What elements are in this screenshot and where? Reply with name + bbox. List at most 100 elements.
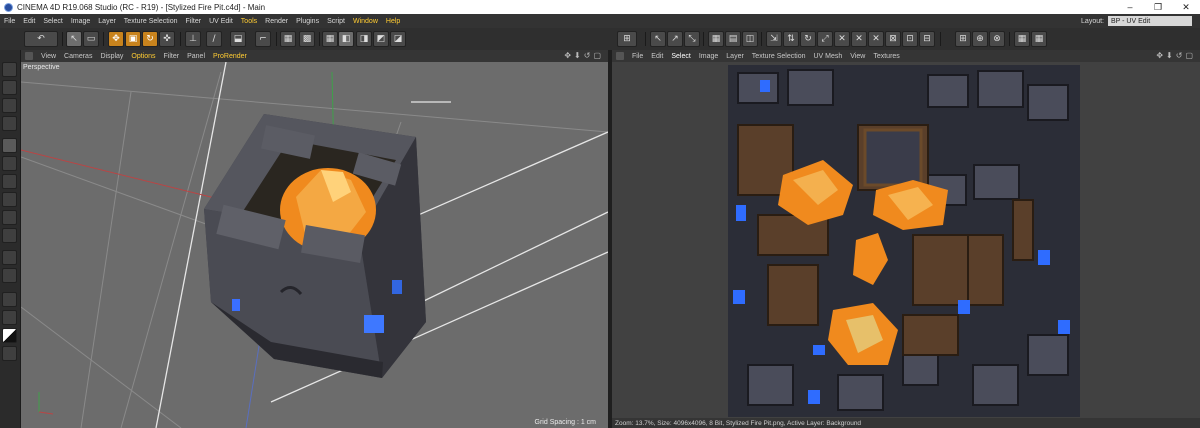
- uv-sew-icon[interactable]: ⊡: [902, 31, 918, 47]
- menu-file[interactable]: File: [0, 18, 19, 25]
- toolbar-separator: [319, 32, 320, 46]
- uv-menu-view[interactable]: View: [846, 53, 869, 60]
- undo-icon[interactable]: ↶: [24, 31, 58, 47]
- menu-script[interactable]: Script: [323, 18, 349, 25]
- uv-menu-select[interactable]: Select: [667, 53, 694, 60]
- uv-editor-icon: [616, 52, 624, 60]
- render-settings-icon[interactable]: ⌐: [255, 31, 271, 47]
- uv-rotate-icon[interactable]: ↻: [800, 31, 816, 47]
- uv-points-icon[interactable]: ⊞: [617, 31, 637, 47]
- uv-menu-texture-selection[interactable]: Texture Selection: [748, 53, 810, 60]
- live-selection-icon[interactable]: ↖: [66, 31, 82, 47]
- menu-render[interactable]: Render: [261, 18, 292, 25]
- axis-lock-icon[interactable]: ✜: [159, 31, 175, 47]
- uv-select-icon[interactable]: ↖: [650, 31, 666, 47]
- uv-menu-image[interactable]: Image: [695, 53, 722, 60]
- menu-tools[interactable]: Tools: [237, 18, 261, 25]
- menu-layer[interactable]: Layer: [94, 18, 120, 25]
- viewport-menu-cameras[interactable]: Cameras: [60, 53, 96, 60]
- uv-texture-view[interactable]: [612, 62, 1200, 418]
- viewport-menu-view[interactable]: View: [37, 53, 60, 60]
- perspective-viewport[interactable]: Perspective Grid Spacing : 1 cm: [21, 62, 608, 428]
- menu-plugins[interactable]: Plugins: [292, 18, 323, 25]
- mask-tool-icon[interactable]: [2, 346, 17, 361]
- line-tool-icon[interactable]: [2, 250, 17, 265]
- cube-shade-icon[interactable]: ◪: [390, 31, 406, 47]
- checkerboard-icon[interactable]: ▦: [322, 31, 338, 47]
- menu-edit[interactable]: Edit: [19, 18, 39, 25]
- cube-texture-icon[interactable]: ◨: [356, 31, 372, 47]
- layout-dropdown[interactable]: BP - UV Edit: [1108, 16, 1192, 26]
- menu-select[interactable]: Select: [39, 18, 66, 25]
- viewport-menu-panel[interactable]: Panel: [183, 53, 209, 60]
- material-icon[interactable]: ▩: [299, 31, 315, 47]
- uv-move-icon[interactable]: ↗: [667, 31, 683, 47]
- uv-relax-icon[interactable]: ✕: [834, 31, 850, 47]
- shape-tool-icon[interactable]: [2, 268, 17, 283]
- uv-flip-icon[interactable]: ⇅: [783, 31, 799, 47]
- brush-tool-icon[interactable]: [2, 138, 17, 153]
- uv-menu-edit[interactable]: Edit: [647, 53, 667, 60]
- layout-label: Layout:: [1081, 17, 1104, 25]
- cube-faces-icon[interactable]: ◩: [373, 31, 389, 47]
- coordinate-system-icon[interactable]: ⊥: [185, 31, 201, 47]
- viewport-menu-display[interactable]: Display: [96, 53, 127, 60]
- magic-wand-icon[interactable]: [2, 98, 17, 113]
- uv-align-icon[interactable]: ⇲: [766, 31, 782, 47]
- uv-menu-uv-mesh[interactable]: UV Mesh: [810, 53, 847, 60]
- rectangle-selection-icon[interactable]: ▭: [83, 31, 99, 47]
- uv-straighten-icon[interactable]: ⊟: [919, 31, 935, 47]
- fill-tool-icon[interactable]: [2, 210, 17, 225]
- rotate-icon[interactable]: ↻: [142, 31, 158, 47]
- uv-frame-icon[interactable]: ▤: [725, 31, 741, 47]
- select-tool-icon[interactable]: [2, 80, 17, 95]
- paint-brush-icon[interactable]: ∕: [206, 31, 222, 47]
- gradient-tool-icon[interactable]: [2, 192, 17, 207]
- edit-render-icon[interactable]: ⬓: [230, 31, 246, 47]
- menu-image[interactable]: Image: [67, 18, 94, 25]
- uv-menu-file[interactable]: File: [628, 53, 647, 60]
- eraser-tool-icon[interactable]: [2, 174, 17, 189]
- uv-pack-icon[interactable]: ⊠: [885, 31, 901, 47]
- viewport-menu-filter[interactable]: Filter: [160, 53, 184, 60]
- uv-checker-icon[interactable]: ▦: [1014, 31, 1030, 47]
- viewport-navigation-icons[interactable]: ✥⬇↺▢: [564, 51, 604, 60]
- checker-icon[interactable]: ▦: [280, 31, 296, 47]
- uv-menu-textures[interactable]: Textures: [869, 53, 903, 60]
- move-tool-icon[interactable]: [2, 62, 17, 77]
- uv-weld-icon[interactable]: ✕: [851, 31, 867, 47]
- uv-mirror-icon[interactable]: ◫: [742, 31, 758, 47]
- toolbar-separator: [645, 32, 646, 46]
- uv-scale-icon[interactable]: ⤡: [684, 31, 700, 47]
- move-icon[interactable]: ✥: [108, 31, 124, 47]
- viewport-menu-options[interactable]: Options: [127, 53, 159, 60]
- uv-center-icon[interactable]: ⊕: [972, 31, 988, 47]
- uv-fit-icon[interactable]: ⊗: [989, 31, 1005, 47]
- grid-tool-icon[interactable]: [2, 116, 17, 131]
- uv-menu-layer[interactable]: Layer: [722, 53, 748, 60]
- minimize-button[interactable]: –: [1116, 0, 1144, 14]
- cube-icon[interactable]: ◧: [338, 31, 354, 47]
- uv-checker-alt-icon[interactable]: ▦: [1031, 31, 1047, 47]
- uv-navigation-icons[interactable]: ✥⬇↺▢: [1156, 51, 1196, 60]
- maximize-button[interactable]: ❐: [1144, 0, 1172, 14]
- uv-grid-icon[interactable]: ▦: [708, 31, 724, 47]
- close-button[interactable]: ✕: [1172, 0, 1200, 14]
- viewport-menu-prorender[interactable]: ProRender: [209, 53, 251, 60]
- menu-help[interactable]: Help: [382, 18, 404, 25]
- uv-stretch-icon[interactable]: ⤢: [817, 31, 833, 47]
- stamp-tool-icon[interactable]: [2, 156, 17, 171]
- viewport-icon: [25, 52, 33, 60]
- uv-distribute-icon[interactable]: ⊞: [955, 31, 971, 47]
- title-bar: CINEMA 4D R19.068 Studio (RC - R19) - [S…: [0, 0, 1200, 14]
- scale-icon[interactable]: ▣: [125, 31, 141, 47]
- uv-split-icon[interactable]: ✕: [868, 31, 884, 47]
- eyedropper-icon[interactable]: [2, 292, 17, 307]
- color-swatch-icon[interactable]: [2, 328, 17, 343]
- menu-window[interactable]: Window: [349, 18, 382, 25]
- zoom-tool-icon[interactable]: [2, 310, 17, 325]
- menu-uv-edit[interactable]: UV Edit: [205, 18, 237, 25]
- menu-texture-selection[interactable]: Texture Selection: [120, 18, 182, 25]
- smudge-tool-icon[interactable]: [2, 228, 17, 243]
- menu-filter[interactable]: Filter: [182, 18, 206, 25]
